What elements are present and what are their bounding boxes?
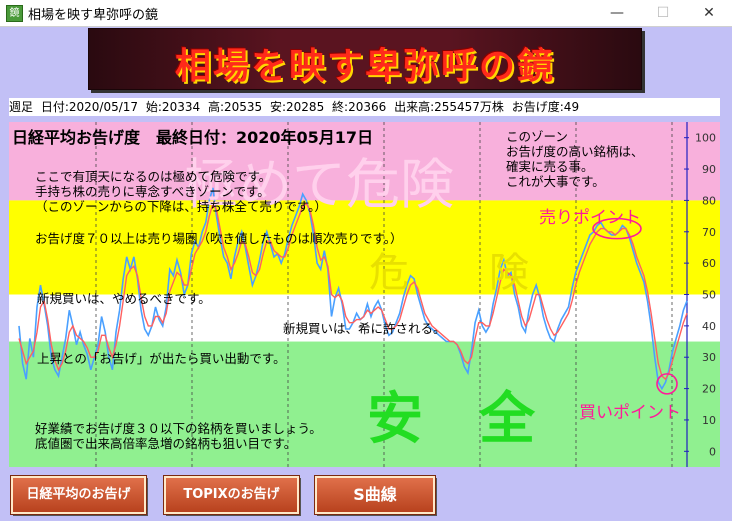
- y-tick-label: 100: [695, 132, 716, 145]
- s-curve-button[interactable]: S曲線: [314, 475, 436, 515]
- y-tick-label: 40: [702, 320, 716, 333]
- minimize-button[interactable]: —: [594, 0, 640, 26]
- y-tick-label: 20: [702, 383, 716, 396]
- info-frequency: 週足: [9, 100, 34, 114]
- info-high: 高:20535: [207, 100, 263, 114]
- close-button[interactable]: ✕: [686, 0, 732, 26]
- sell-zone-note: お告げ度７０以上は売り場圏（吹き値したものは順次売りです。）: [35, 231, 403, 246]
- app-icon: 鏡: [6, 5, 23, 22]
- sell-point-label: 売りポイント: [539, 208, 641, 228]
- title-bar: 鏡 相場を映す卑弥呼の鏡 — ☐ ✕: [0, 0, 732, 27]
- y-tick-label: 0: [709, 445, 716, 458]
- info-close: 終:20366: [332, 100, 387, 114]
- y-tick-label: 80: [702, 194, 716, 207]
- chart-title: 日経平均お告げ度 最終日付：2020年05月17日: [12, 128, 374, 147]
- maximize-button[interactable]: ☐: [640, 0, 686, 26]
- info-oracle: お告げ度:49: [511, 100, 580, 114]
- banner: 相場を映す卑弥呼の鏡: [88, 28, 642, 90]
- rare-buy-note: 新規買いは、希に許される。: [283, 321, 446, 336]
- window-title: 相場を映す卑弥呼の鏡: [28, 8, 159, 23]
- safe-watermark: 安 全: [367, 387, 535, 452]
- info-open: 始:20334: [145, 100, 201, 114]
- rise-note: 上昇との「お告げ」が出たら買い出動です。: [37, 351, 286, 366]
- nikkei-oracle-button[interactable]: 日経平均のお告げ: [10, 475, 147, 515]
- info-date: 日付:2020/05/17: [40, 100, 139, 114]
- info-volume: 出来高:255457万株: [394, 100, 504, 114]
- good-performance-notes: 好業績でお告げ度３０以下の銘柄を買いましょう。 底値圏で出来高倍率急増の銘柄も狙…: [35, 421, 322, 451]
- banner-title: 相場を映す卑弥呼の鏡: [174, 45, 555, 87]
- chart-area: 100 90 80 70 60 50 40 30 20 10 0 極めて危険 危 険 安 全 日経平…: [9, 122, 720, 467]
- y-tick-label: 10: [702, 414, 716, 427]
- y-tick-label: 50: [702, 289, 716, 302]
- no-buy-note: 新規買いは、やめるべきです。: [37, 291, 211, 306]
- y-tick-label: 60: [702, 257, 716, 270]
- top-zone-note: このゾーン お告げ度の高い銘柄は、 確実に売る事。 これが大事です。: [506, 129, 644, 189]
- y-tick-label: 90: [702, 163, 716, 176]
- info-bar: 週足 日付:2020/05/17 始:20334 高:20535 安:20285…: [9, 98, 720, 116]
- y-tick-label: 30: [702, 351, 716, 364]
- topix-oracle-button[interactable]: TOPIXのお告げ: [163, 475, 300, 515]
- info-low: 安:20285: [269, 100, 325, 114]
- y-tick-label: 70: [702, 226, 716, 239]
- buy-point-label: 買いポイント: [579, 403, 681, 423]
- danger-watermark-2: 危 険: [369, 250, 529, 296]
- danger-notes: ここで有頂天になるのは極めて危険です。 手持ち株の売りに専念すべきゾーンです。 …: [35, 169, 327, 214]
